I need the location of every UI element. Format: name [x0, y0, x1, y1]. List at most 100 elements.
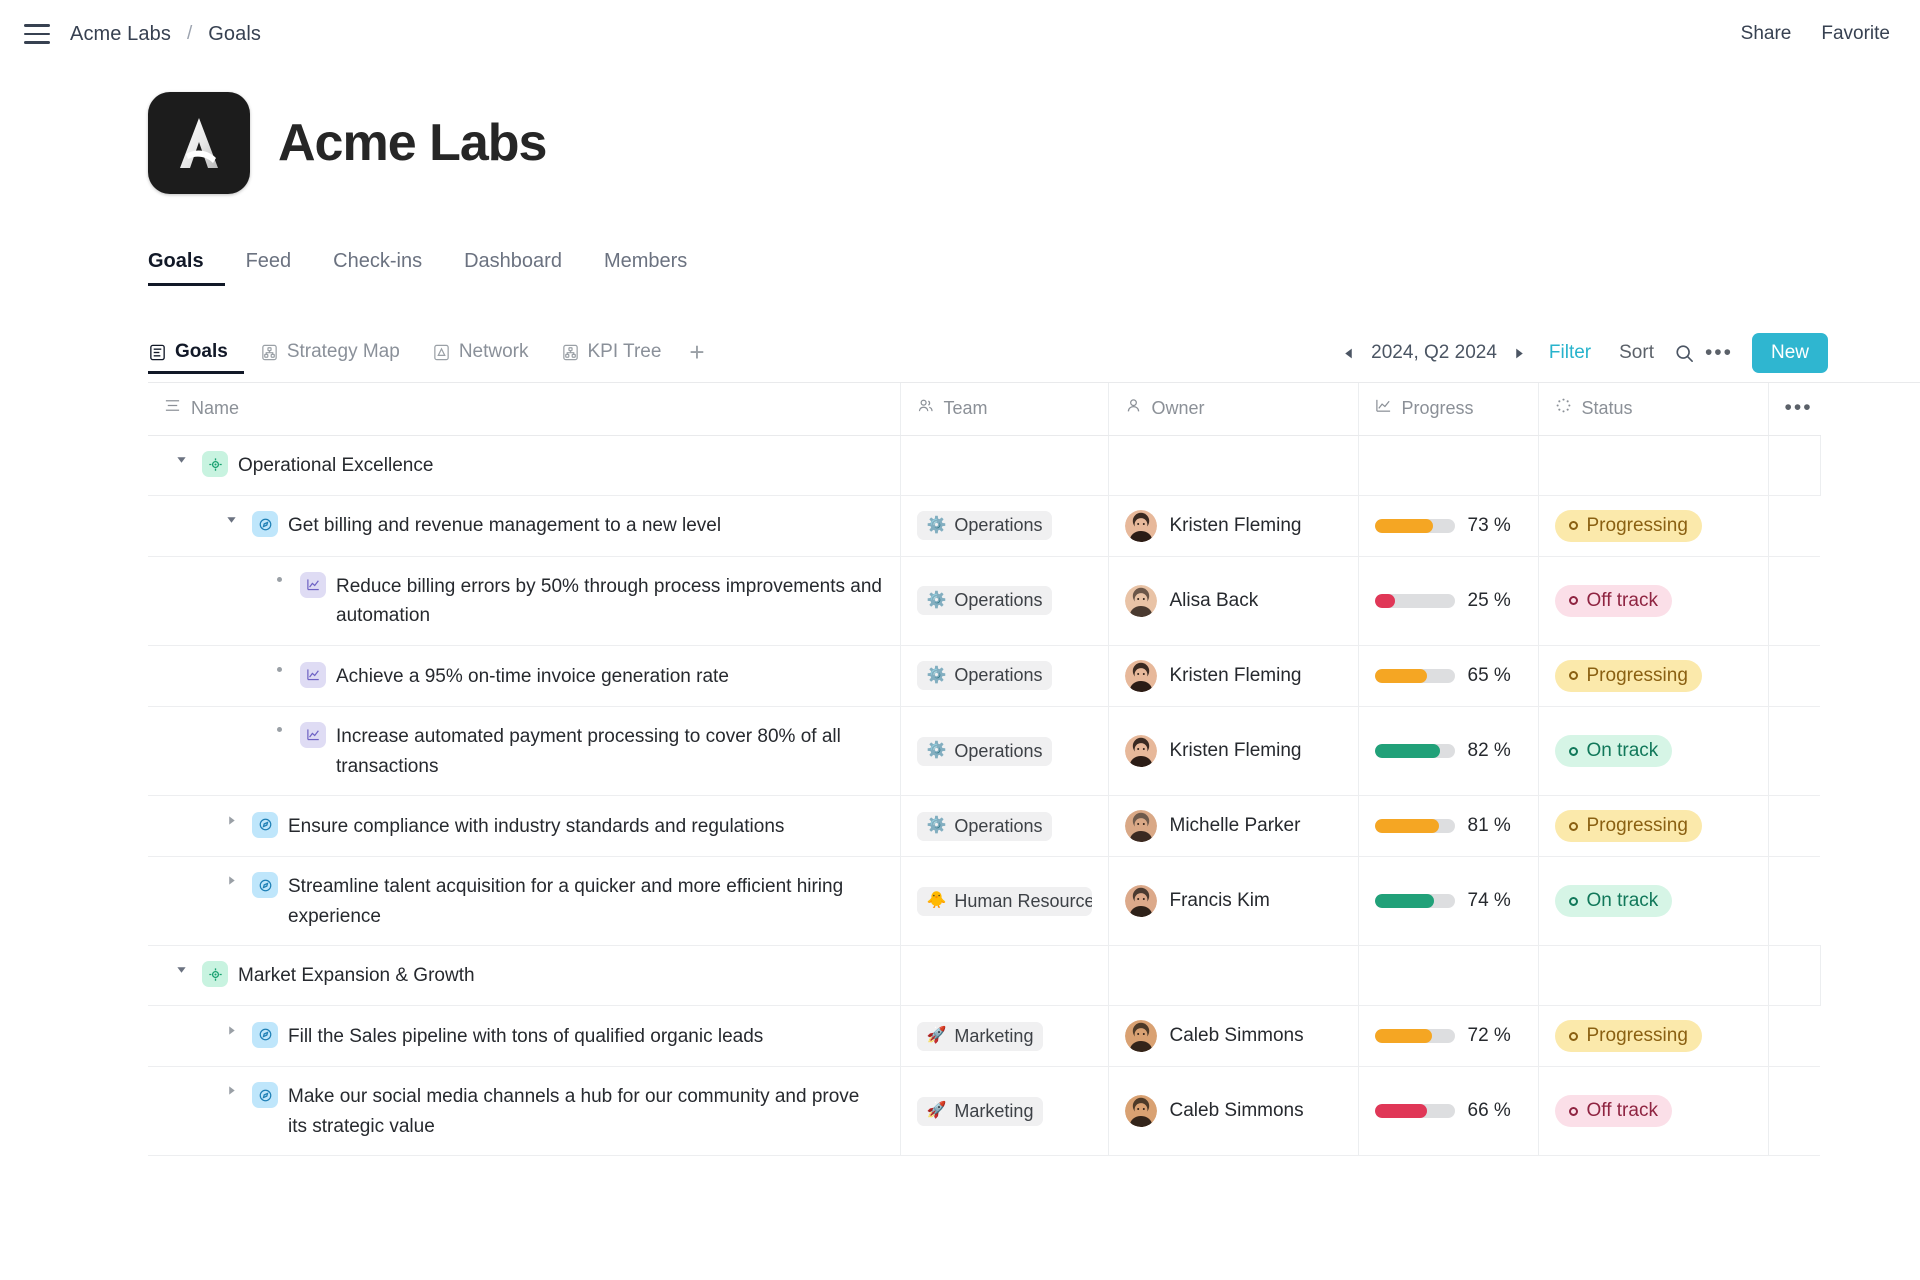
cell-status[interactable]: On track	[1538, 856, 1769, 947]
tab-check-ins[interactable]: Check-ins	[312, 250, 443, 286]
table-row[interactable]: Fill the Sales pipeline with tons of qua…	[148, 1005, 1820, 1067]
table-row[interactable]: Ensure compliance with industry standard…	[148, 795, 1820, 858]
owner[interactable]: Michelle Parker	[1124, 810, 1342, 843]
cell-owner[interactable]: Michelle Parker	[1108, 795, 1359, 858]
cell-name[interactable]: Ensure compliance with industry standard…	[148, 795, 901, 858]
cell-status[interactable]: Progressing	[1538, 795, 1769, 858]
tab-goals[interactable]: Goals	[148, 250, 225, 286]
table-row[interactable]: Achieve a 95% on-time invoice generation…	[148, 645, 1820, 707]
share-button[interactable]: Share	[1741, 23, 1792, 45]
team-badge[interactable]: ⚙️ Operations	[916, 661, 1053, 691]
cell-team[interactable]: ⚙️ Operations	[900, 645, 1109, 707]
team-badge[interactable]: ⚙️ Operations	[916, 811, 1053, 841]
cell-name[interactable]: Streamline talent acquisition for a quic…	[148, 856, 901, 947]
cell-name[interactable]: Fill the Sales pipeline with tons of qua…	[148, 1005, 901, 1067]
table-row[interactable]: Reduce billing errors by 50% through pro…	[148, 556, 1820, 646]
expand-toggle-icon[interactable]	[218, 811, 244, 826]
team-badge[interactable]: 🚀 Marketing	[916, 1096, 1044, 1126]
column-header-owner[interactable]: Owner	[1108, 383, 1359, 436]
cell-status[interactable]	[1538, 435, 1769, 496]
cell-progress[interactable]: 25 %	[1358, 556, 1539, 646]
cell-status[interactable]: Progressing	[1538, 495, 1769, 557]
cell-row-actions[interactable]	[1768, 706, 1820, 797]
more-options-icon[interactable]: •••	[1702, 338, 1736, 368]
status-badge[interactable]: Progressing	[1554, 1020, 1702, 1052]
owner[interactable]: Kristen Fleming	[1124, 509, 1342, 542]
status-badge[interactable]: Progressing	[1554, 810, 1702, 843]
cell-row-actions[interactable]	[1768, 435, 1821, 496]
cell-progress[interactable]: 66 %	[1358, 1066, 1539, 1157]
column-header-more[interactable]: •••	[1768, 383, 1820, 436]
status-badge[interactable]: Off track	[1554, 1095, 1672, 1128]
collapse-toggle-icon[interactable]	[168, 960, 194, 975]
cell-name[interactable]: Make our social media channels a hub for…	[148, 1066, 901, 1157]
status-badge[interactable]: Progressing	[1554, 509, 1702, 542]
column-header-status[interactable]: Status	[1538, 383, 1769, 436]
table-row[interactable]: Increase automated payment processing to…	[148, 706, 1820, 797]
cell-status[interactable]: Off track	[1538, 1066, 1769, 1157]
column-header-team[interactable]: Team	[900, 383, 1109, 436]
tab-members[interactable]: Members	[583, 250, 708, 286]
cell-progress[interactable]: 72 %	[1358, 1005, 1539, 1067]
view-tab-strategy-map[interactable]: Strategy Map	[244, 341, 416, 374]
owner[interactable]: Kristen Fleming	[1124, 735, 1342, 767]
search-icon[interactable]	[1668, 338, 1702, 368]
cell-row-actions[interactable]	[1768, 1066, 1820, 1157]
cell-progress[interactable]: 82 %	[1358, 706, 1539, 797]
cell-progress[interactable]: 65 %	[1358, 645, 1539, 707]
cell-owner[interactable]: Caleb Simmons	[1108, 1005, 1359, 1067]
tab-dashboard[interactable]: Dashboard	[443, 250, 583, 286]
cell-team[interactable]: ⚙️ Operations	[900, 795, 1109, 858]
cell-row-actions[interactable]	[1768, 495, 1820, 557]
table-row[interactable]: Make our social media channels a hub for…	[148, 1066, 1820, 1157]
view-tab-network[interactable]: Network	[416, 341, 545, 374]
cell-team[interactable]: 🚀 Marketing	[900, 1005, 1109, 1067]
cell-status[interactable]: Progressing	[1538, 1005, 1769, 1067]
collapse-toggle-icon[interactable]	[168, 450, 194, 465]
tab-feed[interactable]: Feed	[225, 250, 313, 286]
breadcrumb-page[interactable]: Goals	[208, 23, 261, 46]
cell-owner[interactable]: Alisa Back	[1108, 556, 1359, 646]
cell-owner[interactable]: Kristen Fleming	[1108, 706, 1359, 797]
team-badge[interactable]: ⚙️ Operations	[916, 511, 1053, 541]
status-badge[interactable]: Progressing	[1554, 659, 1702, 692]
next-period-button[interactable]	[1505, 338, 1535, 368]
status-badge[interactable]: Off track	[1554, 584, 1672, 617]
cell-row-actions[interactable]	[1768, 556, 1820, 646]
view-tab-goals[interactable]: Goals	[148, 341, 244, 374]
owner[interactable]: Kristen Fleming	[1124, 659, 1342, 692]
cell-owner[interactable]	[1108, 945, 1359, 1006]
cell-name[interactable]: Achieve a 95% on-time invoice generation…	[148, 645, 901, 707]
team-badge[interactable]: 🚀 Marketing	[916, 1021, 1044, 1051]
cell-team[interactable]: 🐥 Human Resources	[900, 856, 1109, 947]
column-header-name[interactable]: Name	[148, 383, 901, 436]
cell-team[interactable]: 🚀 Marketing	[900, 1066, 1109, 1157]
cell-name[interactable]: Increase automated payment processing to…	[148, 706, 901, 797]
cell-owner[interactable]: Francis Kim	[1108, 856, 1359, 947]
cell-name[interactable]: Get billing and revenue management to a …	[148, 495, 901, 557]
owner[interactable]: Francis Kim	[1124, 885, 1342, 918]
column-header-progress[interactable]: Progress	[1358, 383, 1539, 436]
cell-status[interactable]: Progressing	[1538, 645, 1769, 707]
favorite-button[interactable]: Favorite	[1821, 23, 1890, 45]
cell-status[interactable]: On track	[1538, 706, 1769, 797]
status-badge[interactable]: On track	[1554, 735, 1673, 767]
cell-status[interactable]	[1538, 945, 1769, 1006]
filter-button[interactable]: Filter	[1535, 342, 1605, 364]
cell-owner[interactable]	[1108, 435, 1359, 496]
cell-team[interactable]	[900, 945, 1109, 1006]
cell-row-actions[interactable]	[1768, 1005, 1820, 1067]
sort-button[interactable]: Sort	[1605, 342, 1668, 364]
cell-progress[interactable]	[1358, 945, 1539, 1006]
table-row[interactable]: Streamline talent acquisition for a quic…	[148, 856, 1820, 947]
cell-owner[interactable]: Kristen Fleming	[1108, 495, 1359, 557]
collapse-toggle-icon[interactable]	[218, 510, 244, 525]
hamburger-icon[interactable]	[20, 17, 54, 51]
cell-progress[interactable]: 73 %	[1358, 495, 1539, 557]
cell-name[interactable]: Reduce billing errors by 50% through pro…	[148, 556, 901, 646]
table-group-row[interactable]: Operational Excellence	[148, 435, 1821, 496]
cell-team[interactable]	[900, 435, 1109, 496]
new-button[interactable]: New	[1751, 333, 1828, 373]
cell-progress[interactable]: 74 %	[1358, 856, 1539, 947]
cell-name[interactable]: Operational Excellence	[148, 435, 901, 496]
